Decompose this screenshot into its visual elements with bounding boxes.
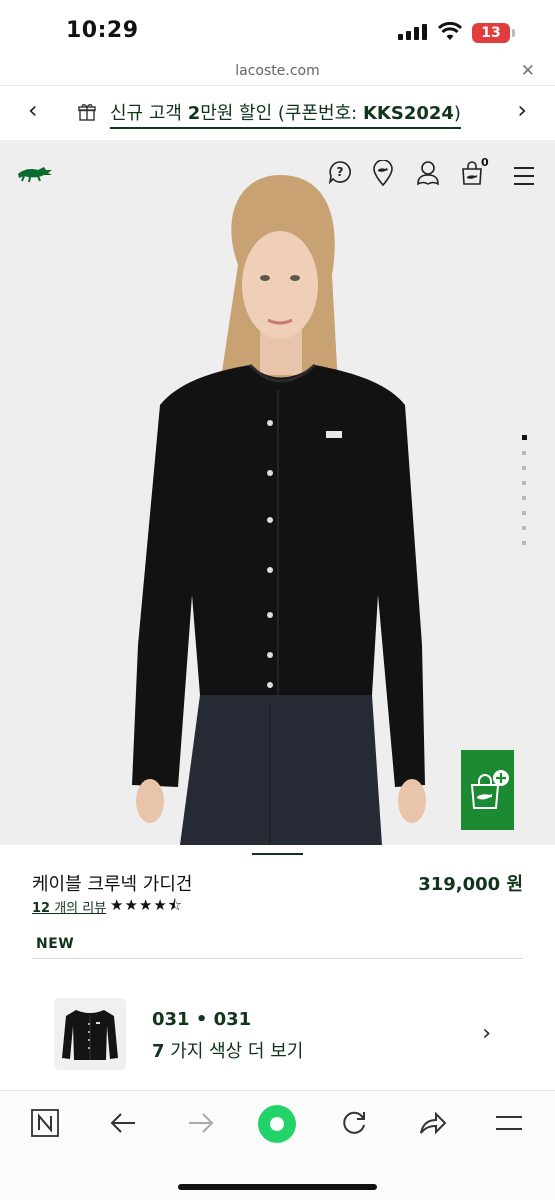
chevron-right-icon[interactable]: › [517, 96, 527, 124]
promo-amount: 2 [187, 103, 201, 124]
wifi-icon [438, 22, 462, 40]
browser-toolbar [0, 1090, 555, 1200]
gallery-scroll-indicator [252, 853, 303, 855]
naver-icon[interactable] [31, 1109, 59, 1137]
promo-suffix: ) [453, 103, 461, 124]
hamburger-menu-icon[interactable] [514, 167, 534, 191]
promo-code: KKS2024 [362, 103, 454, 124]
forward-arrow-icon[interactable] [187, 1109, 215, 1137]
new-badge: NEW [36, 936, 75, 952]
promo-middle: 만원 할인 (쿠폰번호: [200, 103, 363, 124]
gallery-dot[interactable] [522, 451, 526, 455]
more-colors-link[interactable]: 7 가지 색상 더 보기 [152, 1037, 303, 1063]
product-image-gallery[interactable]: ? 0 [0, 140, 555, 845]
review-link[interactable]: 12 개의 리뷰 [32, 897, 106, 916]
divider [32, 958, 523, 959]
gallery-dot[interactable] [522, 481, 526, 485]
more-colors-count: 7 [152, 1041, 165, 1062]
account-icon[interactable] [416, 160, 440, 186]
battery-icon: 13 [472, 23, 515, 43]
back-arrow-icon[interactable] [109, 1109, 137, 1137]
gallery-dot[interactable] [522, 466, 526, 470]
chevron-left-icon[interactable]: ‹ [28, 96, 38, 124]
reload-icon[interactable] [340, 1109, 368, 1137]
cardigan-thumbnail [62, 1010, 118, 1060]
lacoste-crocodile-logo[interactable] [16, 162, 54, 184]
browser-url-bar[interactable]: lacoste.com ✕ [0, 58, 555, 86]
color-code: 031 • 031 [152, 1009, 252, 1030]
product-photo [132, 175, 426, 845]
promo-prefix: 신규 고객 [110, 103, 188, 124]
close-icon[interactable]: ✕ [521, 61, 535, 81]
review-count-number: 12 [32, 901, 51, 916]
promo-text[interactable]: 신규 고객 2만원 할인 (쿠폰번호: KKS2024) [110, 99, 461, 129]
store-locator-icon[interactable] [373, 160, 393, 186]
gallery-dot[interactable] [522, 511, 526, 515]
gallery-pagination[interactable] [522, 435, 527, 556]
home-green-icon[interactable] [258, 1105, 296, 1143]
status-time: 10:29 [66, 18, 139, 43]
color-selector-row[interactable]: 031 • 031 7 가지 색상 더 보기 › [0, 995, 555, 1075]
gallery-dot[interactable] [522, 526, 526, 530]
share-icon[interactable] [418, 1109, 446, 1137]
more-colors-text: 가지 색상 더 보기 [164, 1041, 304, 1062]
status-bar: 10:29 13 [0, 0, 555, 58]
add-to-bag-button[interactable] [461, 750, 514, 830]
rating-stars: ★★★★⯪ [110, 896, 183, 914]
gallery-dot[interactable] [522, 541, 526, 545]
cart-count-badge: 0 [481, 156, 489, 169]
signal-icon [398, 24, 427, 40]
review-count-text: 개의 리뷰 [50, 901, 107, 916]
product-title: 케이블 크루넥 가디건 [32, 874, 193, 895]
svg-text:?: ? [337, 165, 344, 179]
menu-icon[interactable] [495, 1109, 523, 1137]
gallery-dot-active[interactable] [522, 435, 527, 440]
home-indicator [178, 1184, 377, 1190]
help-icon[interactable]: ? [328, 160, 352, 184]
color-thumbnail[interactable] [54, 998, 126, 1070]
gift-icon [78, 104, 96, 121]
gallery-dot[interactable] [522, 496, 526, 500]
product-price: 319,000 원 [418, 874, 523, 895]
promo-banner[interactable]: ‹ 신규 고객 2만원 할인 (쿠폰번호: KKS2024) › [0, 86, 555, 140]
chevron-right-icon[interactable]: › [482, 1021, 491, 1046]
add-to-bag-icon [470, 770, 509, 809]
url-text[interactable]: lacoste.com [0, 63, 555, 79]
